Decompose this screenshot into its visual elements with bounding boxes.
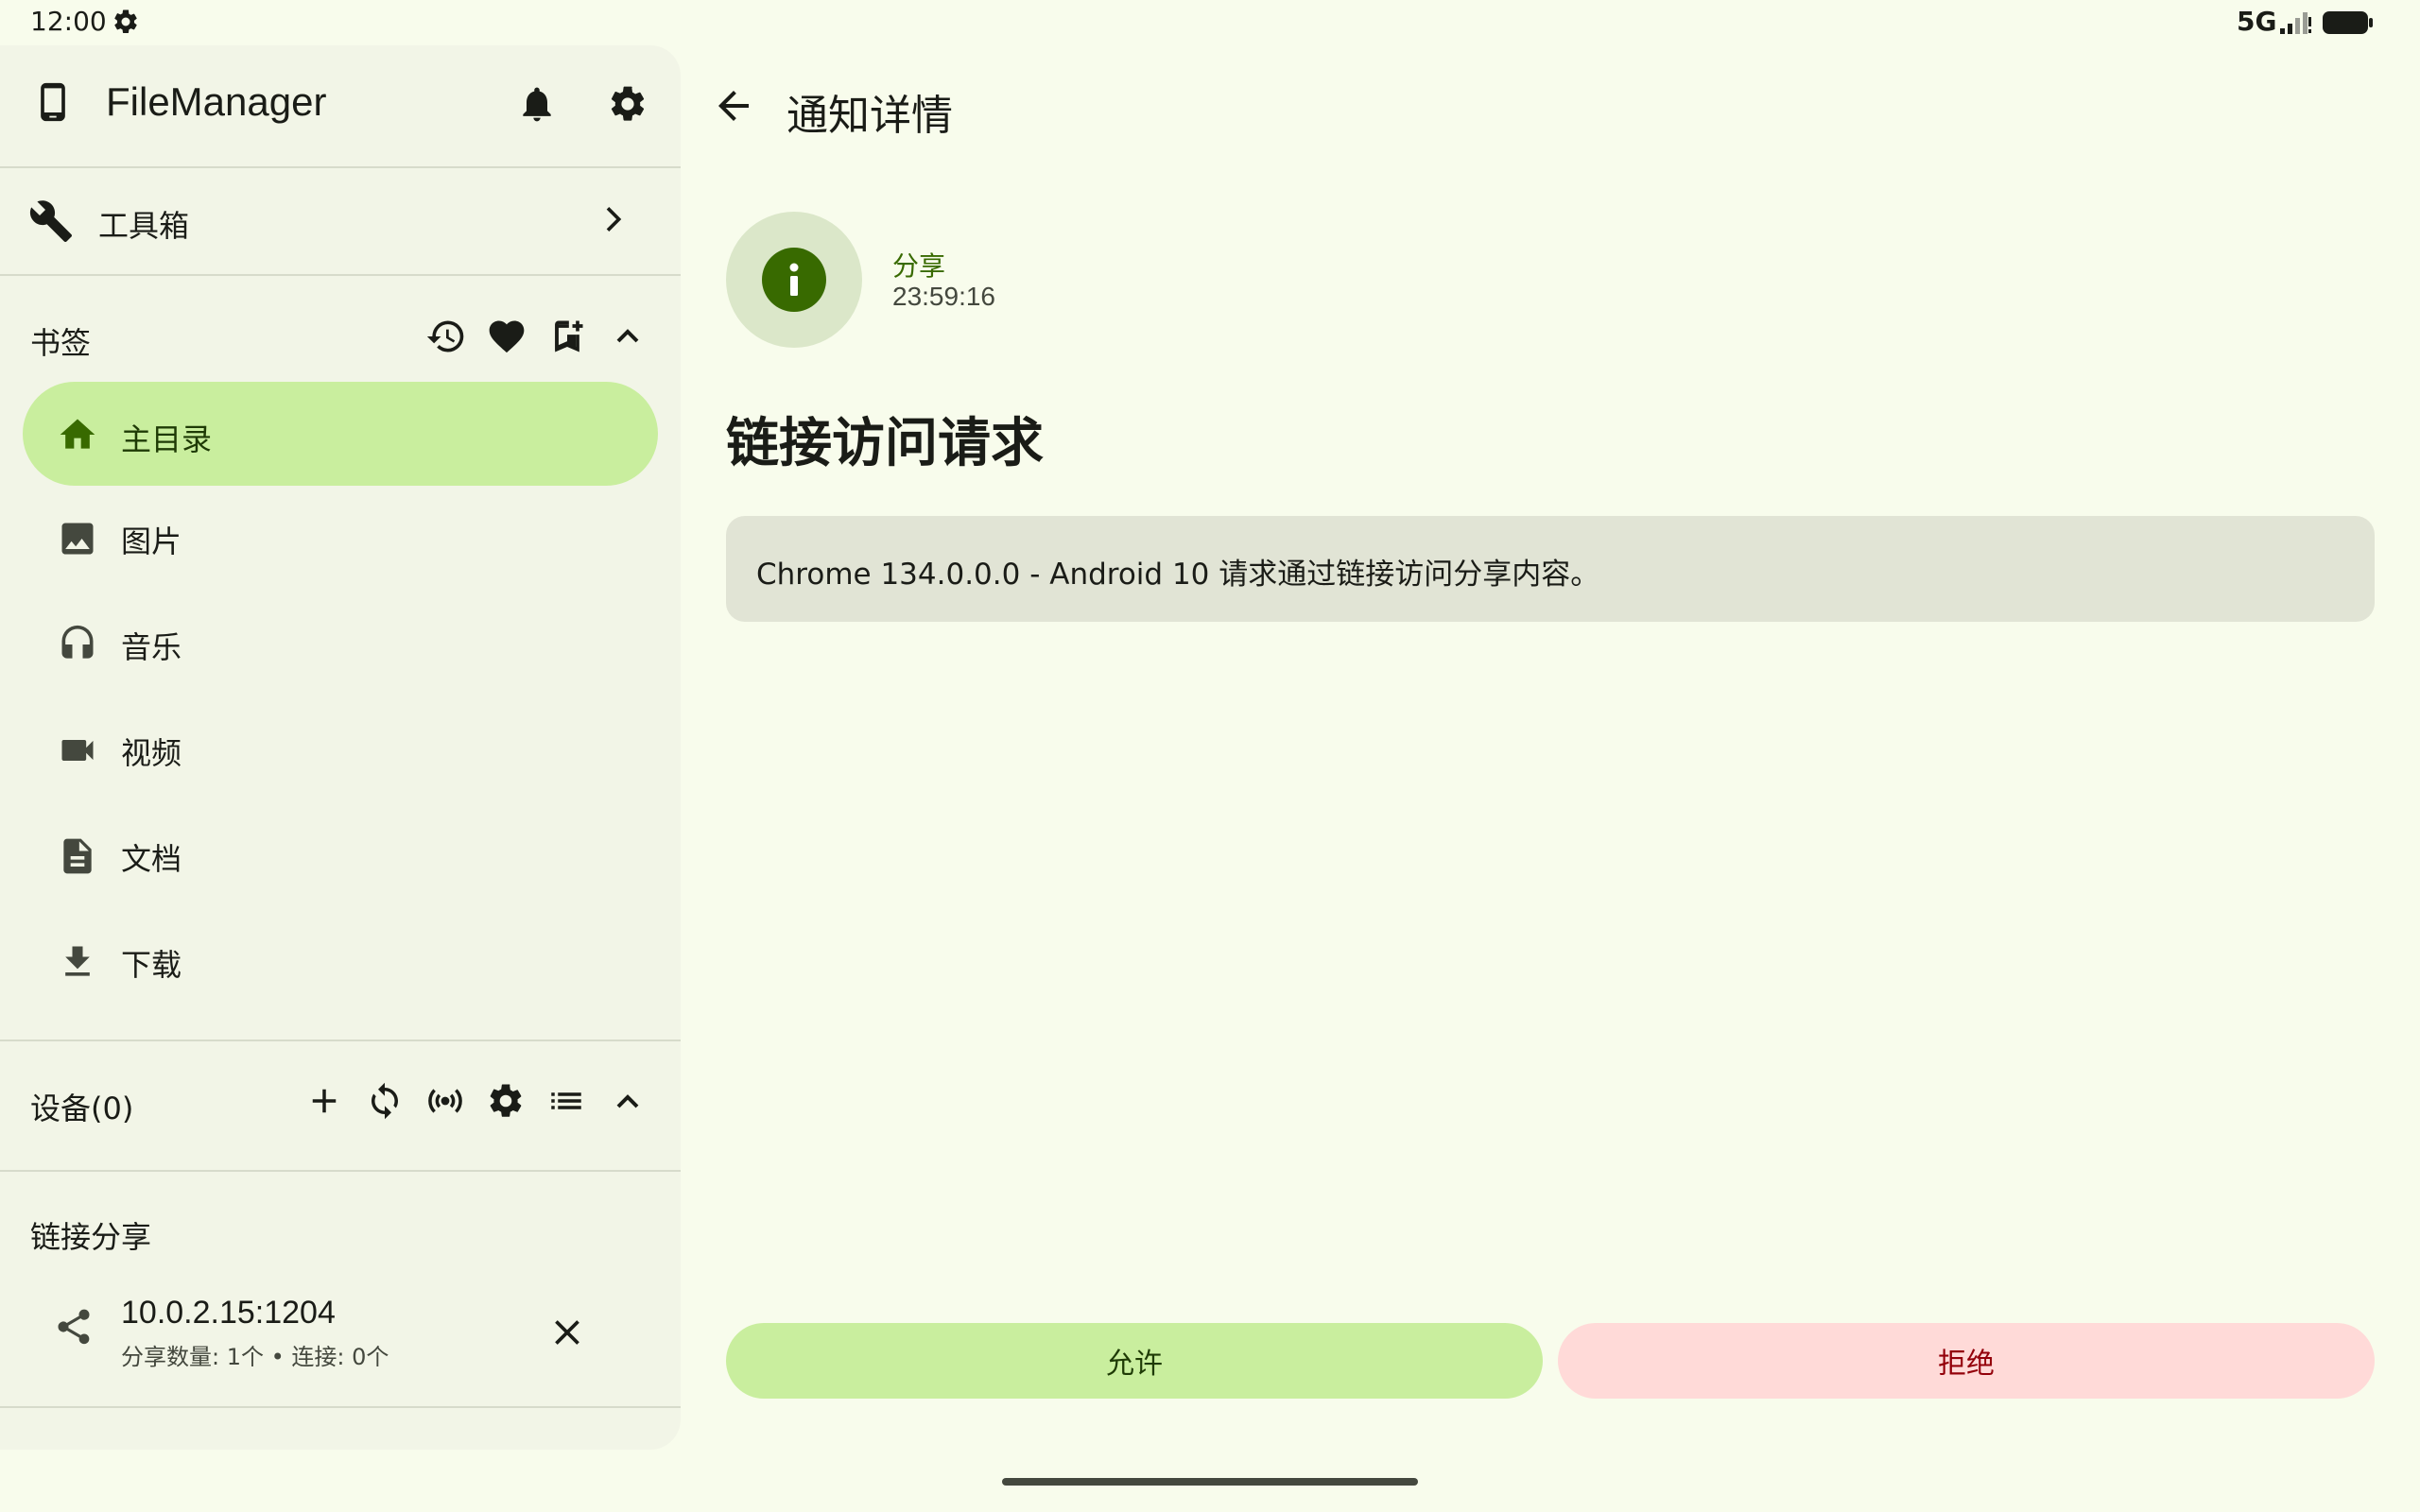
heart-icon[interactable]: [486, 316, 527, 357]
bookmark-label: 音乐: [121, 629, 182, 665]
chevron-up-icon[interactable]: [609, 318, 647, 355]
close-icon[interactable]: [546, 1312, 588, 1353]
status-time: 12:00: [30, 6, 107, 37]
divider: [0, 1406, 681, 1408]
divider: [0, 1170, 681, 1172]
chevron-right-icon: [594, 200, 631, 238]
image-icon: [57, 518, 98, 559]
toolbox-row[interactable]: 工具箱: [0, 168, 681, 272]
bookmark-item-images[interactable]: 图片: [23, 486, 658, 590]
settings-icon: [112, 8, 140, 36]
bookmark-label: 图片: [121, 524, 182, 559]
chevron-up-icon[interactable]: [609, 1083, 647, 1121]
bookmark-item-home[interactable]: 主目录: [23, 382, 658, 486]
devices-title: 设备(0): [30, 1091, 134, 1126]
bookmarks-title: 书签: [30, 325, 92, 361]
navigation-drawer: FileManager 工具箱 书签 主目录 图片 音乐 视频 文档 下载 设备…: [0, 45, 681, 1450]
notification-message: Chrome 134.0.0.0 - Android 10 请求通过链接访问分享…: [756, 558, 1600, 592]
bookmark-label: 视频: [121, 735, 182, 771]
message-box: Chrome 134.0.0.0 - Android 10 请求通过链接访问分享…: [726, 516, 2375, 622]
add-icon[interactable]: [304, 1081, 344, 1121]
status-bar: 12:00 5G: [0, 0, 2420, 45]
toolbox-label: 工具箱: [98, 208, 190, 244]
sync-icon[interactable]: [365, 1081, 405, 1121]
deny-button[interactable]: 拒绝: [1558, 1323, 2375, 1399]
bookmark-label: 主目录: [121, 421, 213, 457]
history-icon[interactable]: [425, 316, 467, 357]
list-icon[interactable]: [546, 1081, 586, 1121]
notification-avatar: [726, 212, 862, 348]
settings-icon[interactable]: [607, 83, 648, 125]
bookmark-label: 下载: [121, 947, 182, 983]
signal-icon: [2278, 9, 2312, 36]
broadcast-icon[interactable]: [425, 1081, 465, 1121]
divider: [0, 1040, 681, 1041]
video-icon: [57, 730, 98, 771]
headphones-icon: [57, 624, 98, 665]
notification-heading: 链接访问请求: [726, 413, 1044, 474]
bell-icon[interactable]: [516, 83, 558, 125]
info-icon: [762, 248, 826, 312]
link-share-title: 链接分享: [30, 1219, 152, 1255]
divider: [0, 274, 681, 276]
phone-icon: [32, 81, 74, 123]
bookmark-item-music[interactable]: 音乐: [23, 592, 658, 696]
download-icon: [57, 941, 98, 983]
share-subtitle: 分享数量: 1个 • 连接: 0个: [121, 1344, 389, 1370]
bookmark-item-documents[interactable]: 文档: [23, 803, 658, 907]
bookmark-add-icon[interactable]: [546, 316, 588, 357]
bookmark-item-downloads[interactable]: 下载: [23, 909, 658, 1013]
share-icon: [53, 1306, 95, 1348]
settings-icon[interactable]: [486, 1081, 526, 1121]
bookmark-item-videos[interactable]: 视频: [23, 697, 658, 801]
document-icon: [57, 835, 98, 877]
network-type: 5G: [2237, 6, 2277, 37]
notification-category: 分享: [892, 250, 946, 282]
home-indicator[interactable]: [1002, 1478, 1418, 1486]
bookmark-label: 文档: [121, 841, 182, 877]
page-title: 通知详情: [786, 92, 953, 140]
allow-button[interactable]: 允许: [726, 1323, 1543, 1399]
share-address: 10.0.2.15:1204: [121, 1295, 336, 1331]
battery-icon: [2322, 9, 2375, 36]
app-title: FileManager: [106, 79, 327, 124]
home-icon: [57, 414, 98, 455]
wrench-icon: [28, 198, 74, 244]
back-arrow-icon[interactable]: [711, 83, 756, 129]
notification-time: 23:59:16: [892, 282, 995, 311]
